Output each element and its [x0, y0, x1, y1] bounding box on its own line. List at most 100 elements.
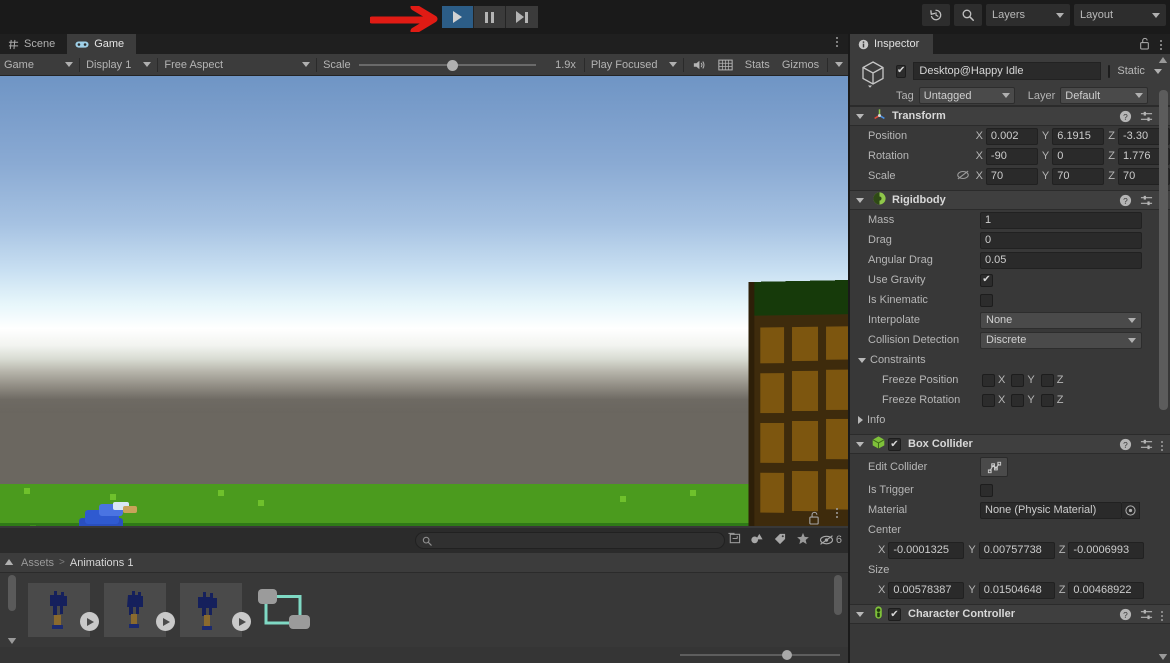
- center-y-input[interactable]: 0.00757738: [978, 541, 1055, 559]
- freeze-rotation-x-checkbox[interactable]: [982, 393, 995, 407]
- inspector-scroll-down-button[interactable]: [1158, 653, 1168, 661]
- freeze-position-z-checkbox[interactable]: [1040, 373, 1054, 387]
- layers-dropdown[interactable]: Layers: [986, 4, 1070, 26]
- stats-button[interactable]: Stats: [739, 56, 776, 74]
- undo-history-button[interactable]: [922, 4, 950, 26]
- angular-drag-input[interactable]: 0.05: [980, 251, 1142, 269]
- asset-zoom-handle[interactable]: [782, 650, 792, 660]
- center-z-input[interactable]: -0.0006993: [1068, 541, 1145, 559]
- freeze-position-y-checkbox[interactable]: [1011, 373, 1025, 387]
- gizmos-button[interactable]: Gizmos: [776, 56, 825, 74]
- search-button[interactable]: [954, 4, 982, 26]
- freeze-rotation-z-checkbox[interactable]: [1040, 393, 1054, 407]
- mute-audio-button[interactable]: [686, 56, 712, 74]
- grid-overlay-button[interactable]: [712, 56, 739, 74]
- component-header-rigidbody[interactable]: Rigidbody ?: [850, 190, 1170, 210]
- collision-detection-dropdown[interactable]: Discrete: [980, 331, 1142, 349]
- preset-icon[interactable]: [1140, 438, 1153, 454]
- play-focus-dropdown[interactable]: Play Focused: [587, 56, 681, 74]
- asset-zoom-slider[interactable]: [680, 650, 840, 660]
- kebab-menu-icon[interactable]: [1161, 611, 1163, 621]
- assets-left-scroll[interactable]: [7, 573, 18, 647]
- object-picker-button[interactable]: [1122, 501, 1140, 519]
- center-x-input[interactable]: -0.0001325: [888, 541, 965, 559]
- layout-dropdown[interactable]: Layout: [1074, 4, 1166, 26]
- scale-slider[interactable]: [358, 59, 537, 71]
- size-x-input[interactable]: 0.00578387: [888, 581, 965, 599]
- gameobject-name-input[interactable]: Desktop@Happy Idle: [913, 62, 1102, 80]
- static-checkbox[interactable]: [1108, 64, 1111, 78]
- assets-scroll-thumb[interactable]: [834, 575, 842, 615]
- layer-dropdown[interactable]: Default: [1060, 87, 1149, 104]
- is-kinematic-checkbox[interactable]: [980, 293, 993, 307]
- help-icon[interactable]: ?: [1119, 110, 1132, 126]
- rotation-x-input[interactable]: -90: [985, 147, 1038, 165]
- use-gravity-checkbox[interactable]: ✔: [980, 273, 993, 287]
- mass-input[interactable]: 1: [980, 211, 1142, 229]
- tab-inspector[interactable]: Inspector: [850, 34, 934, 54]
- box-collider-enabled-checkbox[interactable]: ✔: [888, 438, 901, 451]
- freeze-rotation-y-checkbox[interactable]: [1011, 393, 1025, 407]
- tag-dropdown[interactable]: Untagged: [918, 87, 1015, 104]
- component-header-transform[interactable]: Transform ?: [850, 106, 1170, 126]
- help-icon[interactable]: ?: [1119, 608, 1132, 624]
- component-header-box-collider[interactable]: ✔ Box Collider ?: [850, 434, 1170, 454]
- project-menu-button[interactable]: [836, 508, 838, 518]
- project-search-input[interactable]: [415, 532, 725, 549]
- preview-play-button[interactable]: [232, 612, 251, 631]
- triangle-down-icon[interactable]: [7, 637, 17, 645]
- foldout-arrow-icon[interactable]: [856, 611, 864, 617]
- is-trigger-checkbox[interactable]: [980, 483, 993, 497]
- character-controller-enabled-checkbox[interactable]: ✔: [888, 608, 901, 621]
- aspect-ratio-dropdown[interactable]: Free Aspect: [160, 56, 314, 74]
- inspector-lock-button[interactable]: [1139, 37, 1150, 53]
- breadcrumb-item-current[interactable]: Animations 1: [70, 557, 134, 569]
- inspector-scrollbar[interactable]: [1159, 76, 1168, 556]
- size-y-input[interactable]: 0.01504648: [978, 581, 1055, 599]
- gizmos-dropdown[interactable]: [830, 56, 848, 74]
- edit-collider-button[interactable]: [980, 457, 1008, 477]
- display-target-dropdown[interactable]: Display 1: [82, 56, 155, 74]
- preset-icon[interactable]: [1140, 608, 1153, 624]
- save-search-icon[interactable]: [727, 532, 741, 548]
- physic-material-field[interactable]: None (Physic Material): [980, 501, 1122, 519]
- preview-play-button[interactable]: [80, 612, 99, 631]
- freeze-position-x-checkbox[interactable]: [982, 373, 995, 387]
- tab-scene[interactable]: Scene: [0, 34, 67, 54]
- scale-x-input[interactable]: 70: [985, 167, 1038, 185]
- scale-slider-handle[interactable]: [446, 59, 458, 71]
- play-button[interactable]: [442, 6, 474, 28]
- rotation-y-input[interactable]: 0: [1052, 147, 1105, 165]
- preset-icon[interactable]: [1140, 194, 1153, 210]
- rigidbody-constraints-foldout[interactable]: Constraints: [850, 350, 1170, 370]
- assets-right-scrollbar[interactable]: [834, 575, 844, 643]
- interpolate-dropdown[interactable]: None: [980, 311, 1142, 329]
- inspector-scrollbar-thumb[interactable]: [1159, 90, 1168, 410]
- foldout-arrow-icon[interactable]: [856, 197, 864, 203]
- inspector-scroll-up-button[interactable]: [1158, 56, 1168, 64]
- asset-animation-clip-1[interactable]: [28, 583, 99, 637]
- asset-animation-clip-2[interactable]: [104, 583, 175, 637]
- pause-button[interactable]: [474, 6, 506, 28]
- game-display-mode-dropdown[interactable]: Game: [0, 56, 77, 74]
- foldout-arrow-icon[interactable]: [856, 441, 864, 447]
- game-view-render[interactable]: [0, 76, 848, 526]
- chevron-down-icon[interactable]: [1153, 68, 1162, 74]
- step-button[interactable]: [506, 6, 538, 28]
- tab-game[interactable]: Game: [67, 34, 137, 54]
- breadcrumb-item-assets[interactable]: Assets: [21, 557, 54, 569]
- size-z-input[interactable]: 0.00468922: [1068, 581, 1145, 599]
- help-icon[interactable]: ?: [1119, 438, 1132, 454]
- asset-animator-controller[interactable]: [256, 587, 312, 633]
- position-y-input[interactable]: 6.1915: [1052, 127, 1105, 145]
- hidden-assets-indicator[interactable]: 6: [819, 534, 842, 546]
- assets-left-scroll-thumb[interactable]: [8, 575, 16, 611]
- project-lock-button[interactable]: [808, 511, 820, 528]
- filter-by-type-icon[interactable]: [750, 532, 764, 548]
- component-header-character-controller[interactable]: ✔ Character Controller ?: [850, 604, 1170, 624]
- foldout-arrow-icon[interactable]: [856, 113, 864, 119]
- inspector-menu-button[interactable]: [1160, 40, 1162, 50]
- asset-animation-clip-3[interactable]: [180, 583, 251, 637]
- rigidbody-info-foldout[interactable]: Info: [850, 410, 1170, 430]
- position-x-input[interactable]: 0.002: [985, 127, 1038, 145]
